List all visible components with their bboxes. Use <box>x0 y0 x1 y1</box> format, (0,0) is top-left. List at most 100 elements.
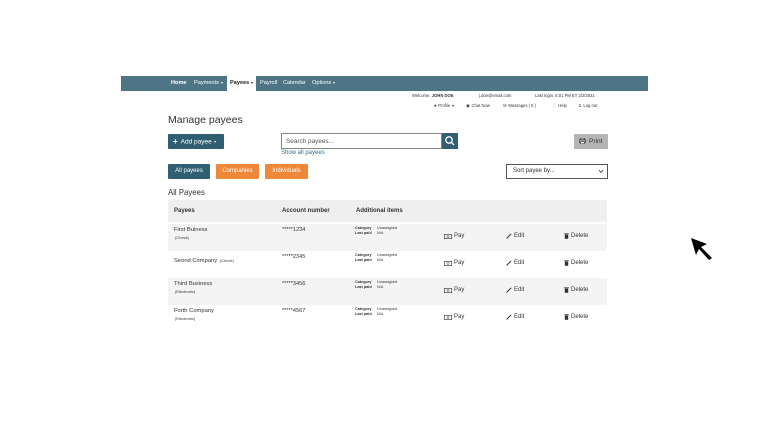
logout-label: Log out <box>583 103 598 108</box>
messages-label: Messages ( 5 ) <box>508 103 537 108</box>
delete-button[interactable]: Delete <box>564 313 588 321</box>
category-line: Category Unassigned <box>355 226 397 230</box>
nav-options[interactable]: Options <box>312 76 336 91</box>
trash-icon <box>564 286 569 293</box>
pay-label: Pay <box>454 287 465 293</box>
pencil-icon <box>506 286 512 293</box>
pay-label: Pay <box>454 233 465 239</box>
category-label: Category <box>355 307 372 311</box>
last-paid-line: Last paid N/A <box>355 231 383 235</box>
logout-link[interactable]: ➲ Log out <box>578 103 597 109</box>
user-name: JOHN DOE <box>431 93 454 98</box>
last-login: Last login: 6:01 PM ET 2/2/2021 <box>535 93 595 98</box>
page-title: Manage payees <box>168 114 243 126</box>
delete-button[interactable]: Delete <box>564 286 588 294</box>
account-number: *****3456 <box>282 281 306 287</box>
pencil-icon <box>506 259 512 266</box>
payee-name-text: Seond Company <box>174 258 218 264</box>
payee-type: (Electronic) <box>175 316 196 321</box>
user-email: j.doe@email.com <box>479 93 512 98</box>
category-line: Category Unassigned <box>355 253 397 257</box>
category-label: Category <box>355 280 372 284</box>
table-row: Forth Company (Electronic) *****4567 Cat… <box>168 305 607 332</box>
category-value: Unassigned <box>377 253 398 257</box>
chevron-down-icon <box>213 140 216 143</box>
chevron-down-icon <box>598 169 604 173</box>
payee-name[interactable]: Seond Company (Check) <box>174 251 234 271</box>
category-value: Unassigned <box>377 226 398 230</box>
trash-icon <box>564 232 569 239</box>
search-input[interactable] <box>281 133 442 149</box>
pay-button[interactable]: Pay <box>444 259 464 267</box>
print-button[interactable]: Print <box>574 134 608 149</box>
filter-individuals[interactable]: Individuals <box>265 164 308 179</box>
nav-calendar[interactable]: Calendar <box>283 76 306 91</box>
add-payee-button[interactable]: + Add payee <box>168 134 224 149</box>
filter-companies[interactable]: Companies <box>216 164 259 179</box>
help-icon: ❔ <box>551 103 557 108</box>
mouse-cursor-icon <box>691 238 712 260</box>
show-all-payees-link[interactable]: Show all payees <box>281 150 325 156</box>
plus-icon: + <box>173 137 178 146</box>
last-paid-label: Last paid <box>355 285 372 289</box>
header-payees: Payees <box>174 208 195 214</box>
chat-now-link[interactable]: ◉ Chat Now <box>466 103 490 109</box>
account-number: *****2345 <box>282 254 306 260</box>
last-paid-value: N/A <box>377 285 384 289</box>
category-label: Category <box>355 226 372 230</box>
last-paid-value: N/A <box>377 258 384 262</box>
nav-payees-label: Payees <box>230 80 250 86</box>
money-icon <box>444 287 453 293</box>
trash-icon <box>564 259 569 266</box>
user-icon: ● <box>434 103 437 108</box>
table-row: Seond Company (Check) *****2345 Category… <box>168 251 607 278</box>
chevron-down-icon <box>452 104 455 107</box>
table-row: Third Business (Electronic) *****3456 Ca… <box>168 278 607 305</box>
pay-button[interactable]: Pay <box>444 313 464 321</box>
messages-link[interactable]: ✉ Messages ( 5 ) <box>503 103 536 109</box>
money-icon <box>444 233 453 239</box>
payee-name[interactable]: First Buiness <box>174 227 208 233</box>
nav-payments[interactable]: Payments <box>194 76 223 91</box>
last-paid-line: Last paid N/A <box>355 285 383 289</box>
delete-button[interactable]: Delete <box>564 259 588 267</box>
payee-name[interactable]: Forth Company <box>174 308 214 314</box>
nav-home[interactable]: Home <box>171 76 187 91</box>
payee-name[interactable]: Third Business <box>174 281 212 287</box>
edit-label: Edit <box>514 314 525 320</box>
pay-button[interactable]: Pay <box>444 286 464 294</box>
welcome-prefix: Welcome: <box>412 93 431 98</box>
welcome-text: Welcome: JOHN DOE <box>412 93 454 99</box>
nav-payroll[interactable]: Payroll <box>260 76 277 91</box>
help-link[interactable]: ❔ Help <box>551 103 567 109</box>
filter-all-payees[interactable]: All payees <box>168 164 210 179</box>
edit-button[interactable]: Edit <box>506 232 524 240</box>
account-number: *****1234 <box>282 227 306 233</box>
search-button[interactable] <box>442 133 458 149</box>
account-number: *****4567 <box>282 308 306 314</box>
edit-button[interactable]: Edit <box>506 259 524 267</box>
last-paid-line: Last paid N/A <box>355 258 383 262</box>
header-additional-items: Additional items <box>356 208 403 214</box>
delete-label: Delete <box>571 260 589 266</box>
category-label: Category <box>355 253 372 257</box>
sort-payee-select[interactable]: Sort payee by... <box>506 164 608 179</box>
delete-button[interactable]: Delete <box>564 232 588 240</box>
last-paid-value: N/A <box>377 312 384 316</box>
last-paid-line: Last paid N/A <box>355 312 383 316</box>
category-value: Unassigned <box>377 280 398 284</box>
pay-button[interactable]: Pay <box>444 232 464 240</box>
edit-button[interactable]: Edit <box>506 313 524 321</box>
profile-link[interactable]: ● Profile <box>434 103 455 109</box>
last-paid-label: Last paid <box>355 231 372 235</box>
nav-options-label: Options <box>312 80 332 86</box>
table-header: Payees Account number Additional items <box>168 200 607 222</box>
edit-button[interactable]: Edit <box>506 286 524 294</box>
pencil-icon <box>506 313 512 320</box>
nav-payees[interactable]: Payees <box>227 76 257 91</box>
category-value: Unassigned <box>377 307 398 311</box>
sort-placeholder: Sort payee by... <box>513 168 555 174</box>
payee-type: (Check) <box>219 258 234 263</box>
nav-home-label: Home <box>171 80 187 86</box>
chat-icon: ◉ <box>466 103 471 108</box>
